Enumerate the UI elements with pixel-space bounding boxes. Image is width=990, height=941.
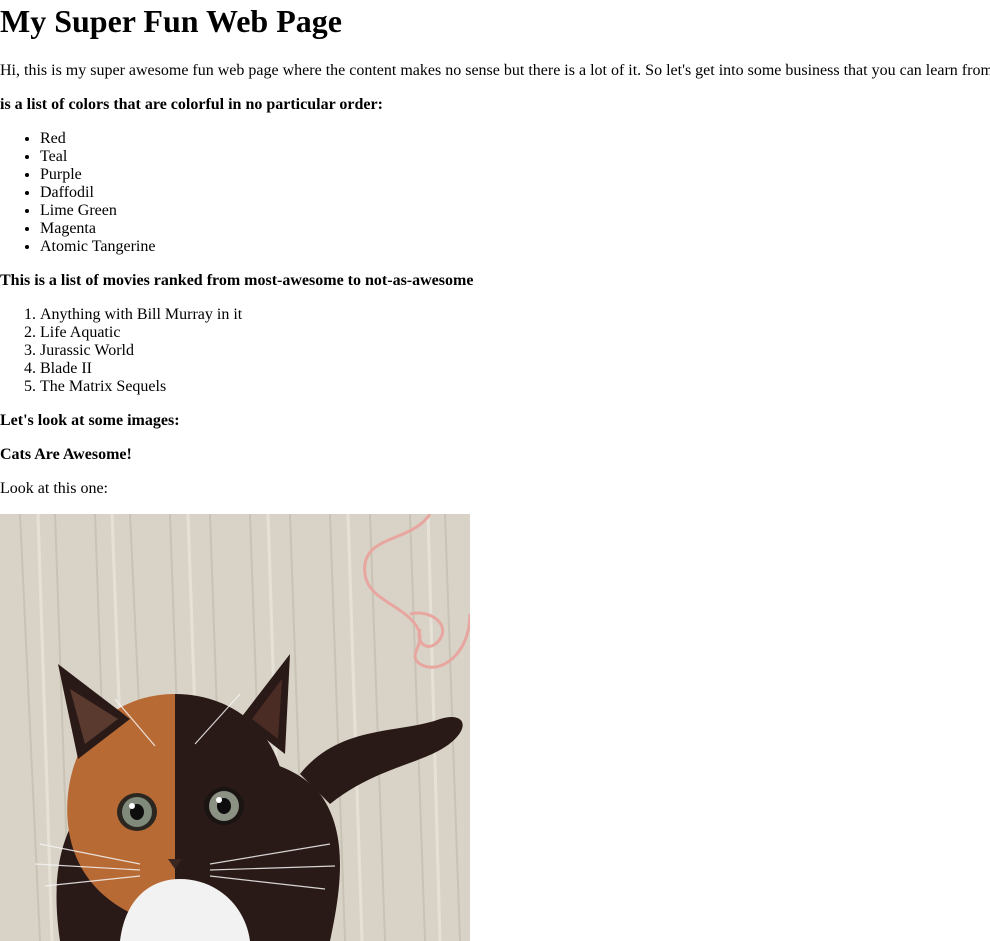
intro-paragraph: Hi, this is my super awesome fun web pag… xyxy=(0,62,990,79)
movies-heading: This is a list of movies ranked from mos… xyxy=(0,272,474,289)
web-page: My Super Fun Web Page Hi, this is my sup… xyxy=(0,0,990,941)
list-item: Purple xyxy=(40,166,155,184)
list-item: Red xyxy=(40,130,155,148)
cats-heading: Cats Are Awesome! xyxy=(0,446,132,463)
list-item: Daffodil xyxy=(40,184,155,202)
movies-list: Anything with Bill Murray in it Life Aqu… xyxy=(0,306,242,396)
list-item: Atomic Tangerine xyxy=(40,238,155,256)
colors-heading: is a list of colors that are colorful in… xyxy=(0,96,383,113)
list-item: Lime Green xyxy=(40,202,155,220)
list-item: Magenta xyxy=(40,220,155,238)
list-item: The Matrix Sequels xyxy=(40,378,242,396)
colors-list: Red Teal Purple Daffodil Lime Green Mage… xyxy=(0,130,155,256)
list-item: Anything with Bill Murray in it xyxy=(40,306,242,324)
list-item: Life Aquatic xyxy=(40,324,242,342)
list-item: Teal xyxy=(40,148,155,166)
images-heading: Let's look at some images: xyxy=(0,412,180,429)
cat-photo xyxy=(0,514,470,941)
list-item: Jurassic World xyxy=(40,342,242,360)
look-text: Look at this one: xyxy=(0,480,108,497)
list-item: Blade II xyxy=(40,360,242,378)
page-title: My Super Fun Web Page xyxy=(0,3,342,39)
